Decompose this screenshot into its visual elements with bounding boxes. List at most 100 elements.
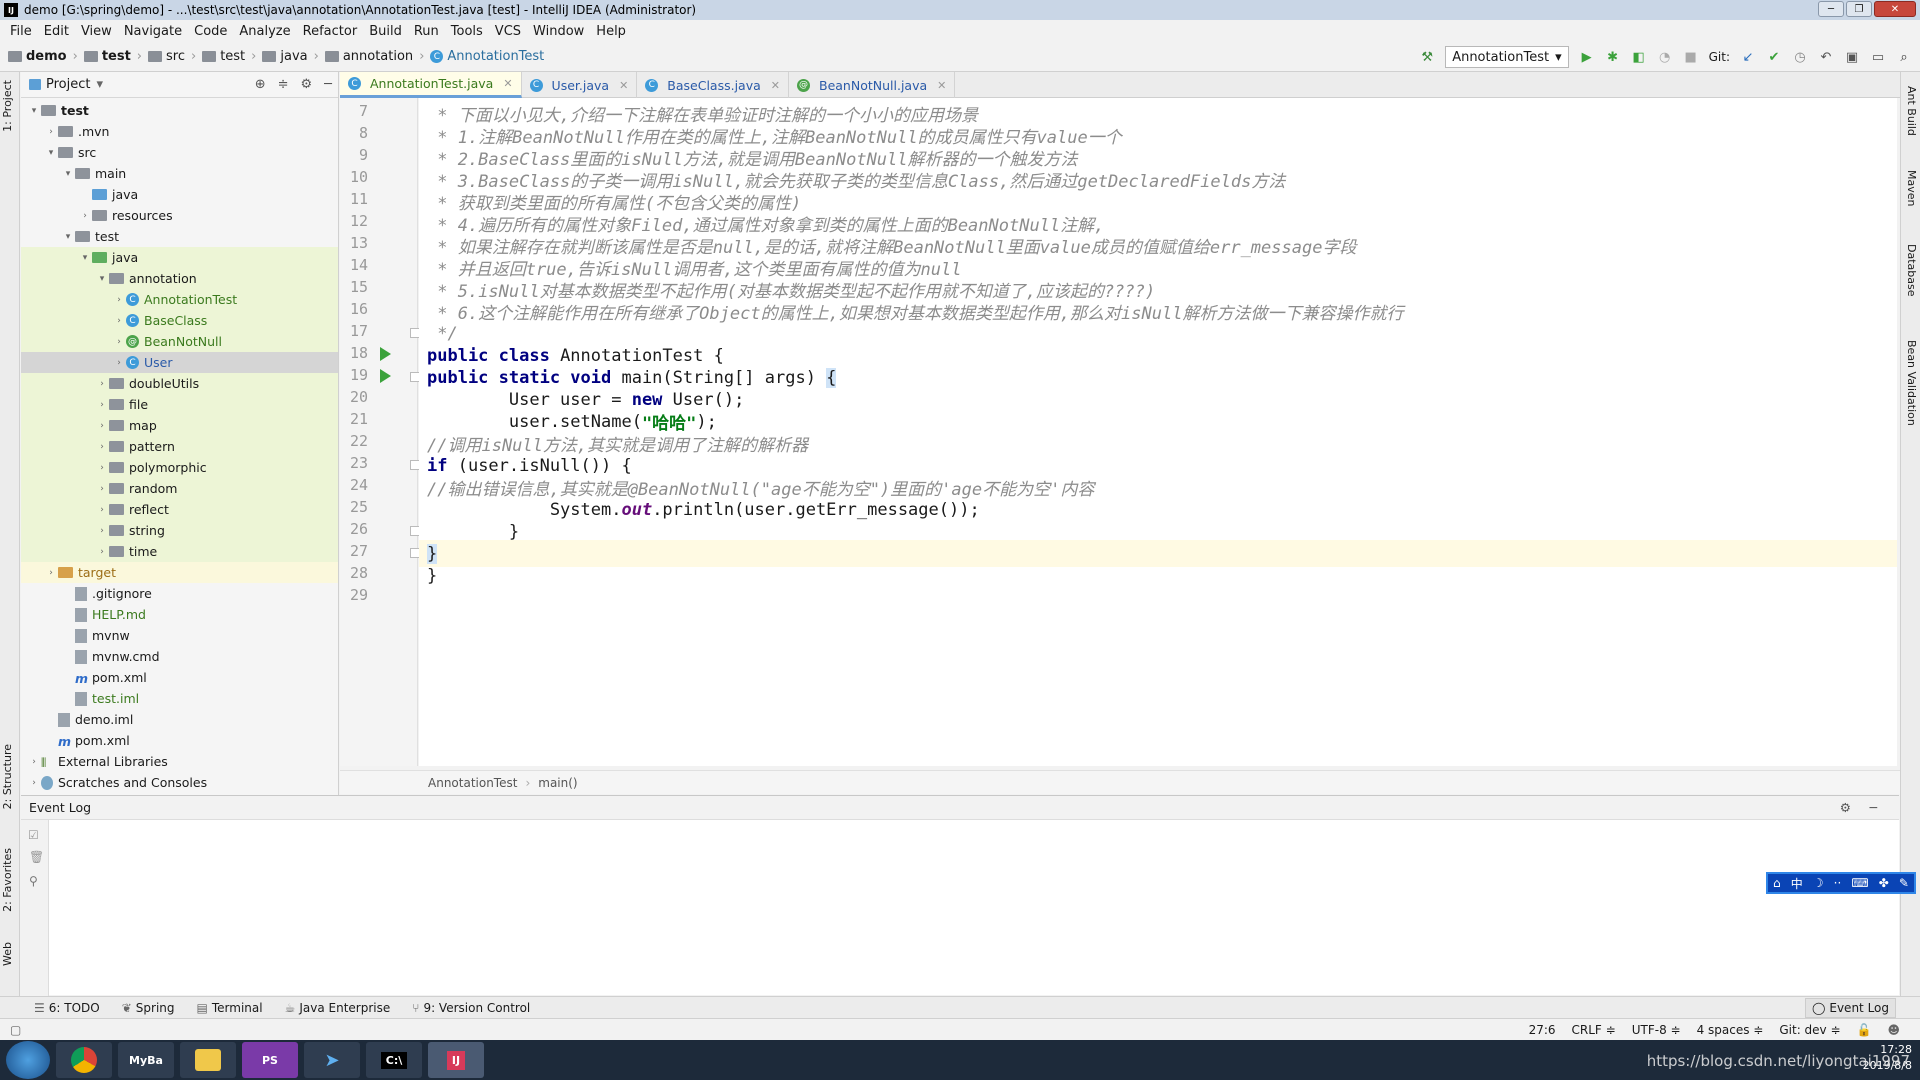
bottom-tab[interactable]: ☰ 6: TODO xyxy=(34,1001,100,1015)
line-separator[interactable]: CRLF ≑ xyxy=(1572,1023,1616,1037)
tree-node[interactable]: HELP.md xyxy=(21,604,338,625)
tree-node[interactable]: ▾ annotation xyxy=(21,268,338,289)
chevron-right-icon[interactable]: › xyxy=(44,568,58,578)
chevron-right-icon[interactable]: › xyxy=(27,757,41,767)
breadcrumb-item[interactable]: AnnotationTest xyxy=(447,49,544,64)
tool-tab-structure[interactable]: 2: Structure xyxy=(1,744,14,809)
tree-node[interactable]: .gitignore xyxy=(21,583,338,604)
search-icon[interactable]: ⌕ xyxy=(1896,49,1912,65)
minimize-button[interactable]: ─ xyxy=(1818,1,1844,17)
file-encoding[interactable]: UTF-8 ≑ xyxy=(1632,1023,1681,1037)
tree-node[interactable]: mvnw.cmd xyxy=(21,646,338,667)
menu-run[interactable]: Run xyxy=(408,24,445,39)
menu-help[interactable]: Help xyxy=(590,24,632,39)
taskbar-cmd[interactable]: C:\ xyxy=(366,1042,422,1078)
tree-node[interactable]: › .mvn xyxy=(21,121,338,142)
gear-icon[interactable]: ⚙ xyxy=(301,77,313,92)
bottom-tab[interactable]: ☕ Java Enterprise xyxy=(285,1001,391,1015)
git-branch[interactable]: Git: dev ≑ xyxy=(1779,1023,1840,1037)
chevron-down-icon[interactable]: ▾ xyxy=(78,253,92,263)
start-button[interactable] xyxy=(6,1041,50,1079)
tree-node[interactable]: ▾ java xyxy=(21,247,338,268)
project-structure-icon[interactable]: ▣ xyxy=(1844,49,1860,65)
git-commit-icon[interactable]: ✔ xyxy=(1766,49,1782,65)
taskbar-chrome[interactable] xyxy=(56,1042,112,1078)
tool-tab-favorites[interactable]: 2: Favorites xyxy=(1,848,14,912)
settings-wrench-icon[interactable]: ⚲ xyxy=(29,874,48,888)
run-gutter-icon[interactable] xyxy=(380,347,391,361)
breadcrumb-item[interactable]: src xyxy=(166,49,185,64)
ime-toolbar[interactable]: ⌂ 中 ☽ ·· ⌨ ✤ ✎ xyxy=(1766,872,1916,894)
tree-node[interactable]: demo.iml xyxy=(21,709,338,730)
editor-breadcrumb-method[interactable]: main() xyxy=(538,776,577,790)
tree-node[interactable]: › target xyxy=(21,562,338,583)
tree-node[interactable]: › map xyxy=(21,415,338,436)
taskbar-mybatis[interactable]: MyBa xyxy=(118,1042,174,1078)
tree-node[interactable]: java xyxy=(21,184,338,205)
menu-navigate[interactable]: Navigate xyxy=(118,24,188,39)
lock-icon[interactable]: 🔓 xyxy=(1857,1023,1872,1037)
taskbar-feather[interactable]: ➤ xyxy=(304,1042,360,1078)
editor-tab[interactable]: C BaseClass.java ✕ xyxy=(637,72,789,98)
editor-tab[interactable]: C AnnotationTest.java ✕ xyxy=(340,72,522,98)
chevron-right-icon[interactable]: › xyxy=(27,778,41,788)
tree-node[interactable]: › file xyxy=(21,394,338,415)
close-tab-icon[interactable]: ✕ xyxy=(503,77,512,90)
taskbar-phpstorm[interactable]: PS xyxy=(242,1042,298,1078)
run-icon[interactable]: ▶ xyxy=(1579,49,1595,65)
event-log-tab[interactable]: ◯ Event Log xyxy=(1804,998,1896,1018)
tree-node[interactable]: › time xyxy=(21,541,338,562)
chevron-right-icon[interactable]: › xyxy=(95,505,109,515)
chevron-right-icon[interactable]: › xyxy=(112,316,126,326)
menu-file[interactable]: File xyxy=(4,24,38,39)
tree-node[interactable]: › resources xyxy=(21,205,338,226)
tool-tab-database[interactable]: Database xyxy=(1905,244,1918,297)
bottom-tab[interactable]: ⑂ 9: Version Control xyxy=(412,1001,530,1015)
menu-analyze[interactable]: Analyze xyxy=(233,24,296,39)
close-tab-icon[interactable]: ✕ xyxy=(619,79,628,92)
caret-position[interactable]: 27:6 xyxy=(1529,1023,1556,1037)
tree-node[interactable]: mvnw xyxy=(21,625,338,646)
chevron-right-icon[interactable]: › xyxy=(95,421,109,431)
git-history-icon[interactable]: ◷ xyxy=(1792,49,1808,65)
chevron-right-icon[interactable]: › xyxy=(95,463,109,473)
taskbar-explorer[interactable] xyxy=(180,1042,236,1078)
chevron-down-icon[interactable]: ▾ xyxy=(44,148,58,158)
ime-mode[interactable]: 中 xyxy=(1791,875,1803,892)
chevron-down-icon[interactable]: ▾ xyxy=(27,106,41,116)
chevron-right-icon[interactable]: › xyxy=(95,400,109,410)
chevron-right-icon[interactable]: › xyxy=(95,379,109,389)
coverage-icon[interactable]: ◧ xyxy=(1631,49,1647,65)
chevron-right-icon[interactable]: › xyxy=(95,442,109,452)
tree-node[interactable]: ▾ test xyxy=(21,226,338,247)
tree-node[interactable]: m pom.xml xyxy=(21,667,338,688)
layout-icon[interactable]: ▭ xyxy=(1870,49,1886,65)
stop-icon[interactable]: ■ xyxy=(1683,49,1699,65)
tree-node[interactable]: ▾ src xyxy=(21,142,338,163)
tree-node[interactable]: › C User xyxy=(21,352,338,373)
tool-tab-maven[interactable]: Maven xyxy=(1905,170,1918,206)
profile-icon[interactable]: ◔ xyxy=(1657,49,1673,65)
editor-tab[interactable]: @ BeanNotNull.java ✕ xyxy=(789,72,956,98)
gear-icon[interactable]: ⚙ xyxy=(1840,800,1851,815)
run-config-select[interactable]: AnnotationTest ▾ xyxy=(1445,46,1569,68)
tree-node[interactable]: › Scratches and Consoles xyxy=(21,772,338,793)
chevron-down-icon[interactable]: ▾ xyxy=(61,232,75,242)
breadcrumb-item[interactable]: java xyxy=(280,49,307,64)
menu-view[interactable]: View xyxy=(75,24,118,39)
chevron-right-icon[interactable]: › xyxy=(78,211,92,221)
tool-tab-ant-build[interactable]: Ant Build xyxy=(1905,86,1918,136)
tree-node[interactable]: › @ BeanNotNull xyxy=(21,331,338,352)
menu-window[interactable]: Window xyxy=(527,24,590,39)
collapse-all-icon[interactable]: ≑ xyxy=(278,77,289,92)
tree-node[interactable]: › pattern xyxy=(21,436,338,457)
tool-tab-project[interactable]: 1: Project xyxy=(1,80,14,132)
breadcrumb-item[interactable]: annotation xyxy=(343,49,413,64)
chevron-right-icon[interactable]: › xyxy=(95,526,109,536)
editor-breadcrumb-class[interactable]: AnnotationTest xyxy=(428,776,517,790)
menu-tools[interactable]: Tools xyxy=(445,24,489,39)
chevron-down-icon[interactable]: ▾ xyxy=(96,77,103,92)
chevron-right-icon[interactable]: › xyxy=(112,337,126,347)
hide-icon[interactable]: ─ xyxy=(1869,800,1877,815)
tool-tab-bean-validation[interactable]: Bean Validation xyxy=(1905,340,1918,426)
